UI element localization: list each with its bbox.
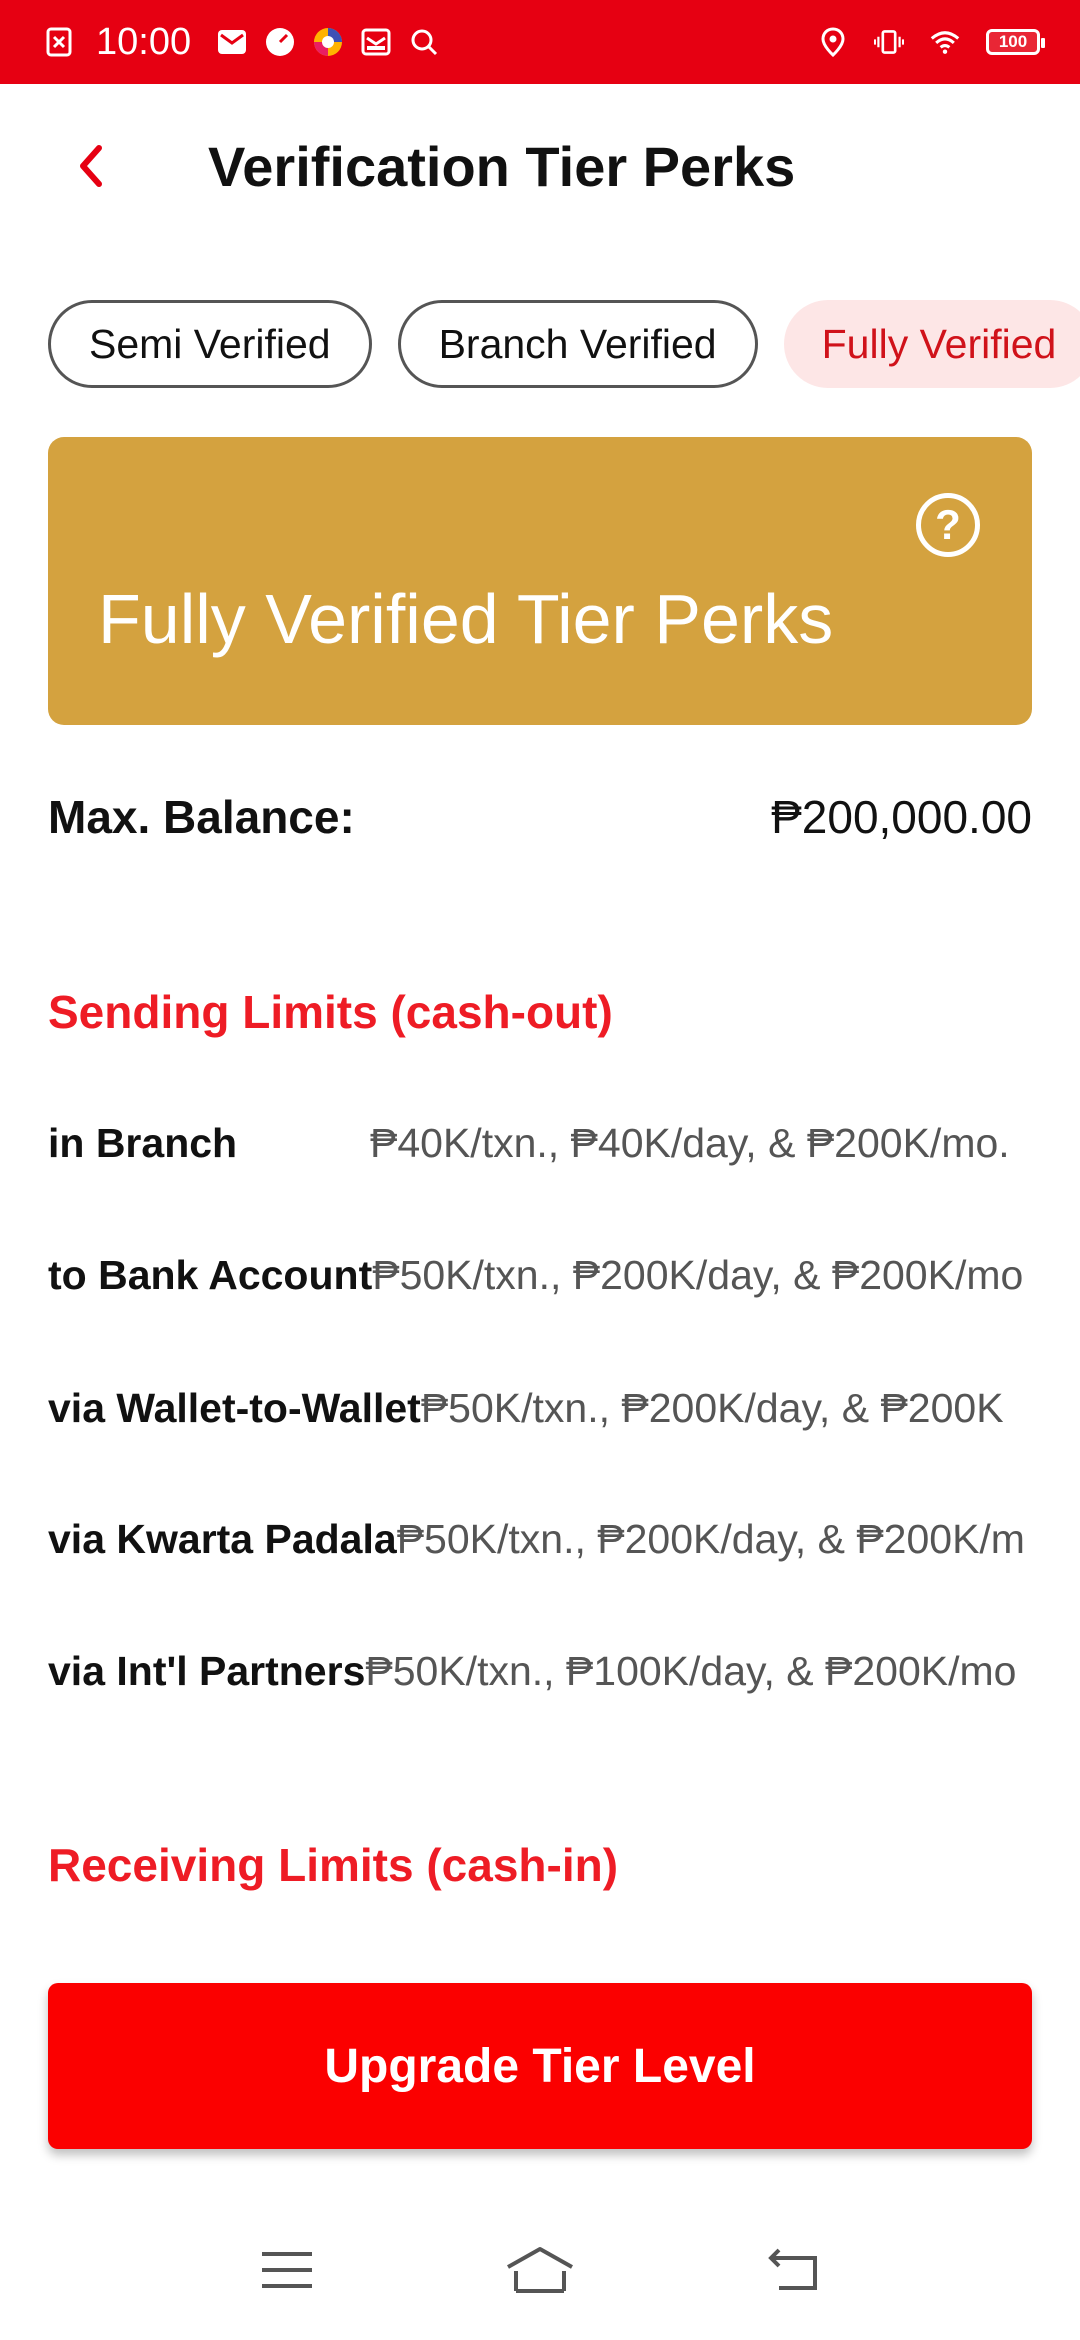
- nav-home-button[interactable]: [495, 2235, 585, 2305]
- limit-value: ₱50K/txn., ₱200K/day, & ₱200K: [420, 1384, 1004, 1431]
- tab-fully-verified[interactable]: Fully Verified: [783, 300, 1080, 388]
- limit-label: via Kwarta Padala: [48, 1515, 397, 1562]
- status-time: 10:00: [96, 20, 192, 63]
- location-icon: [818, 27, 848, 57]
- max-balance-row: Max. Balance: ₱200,000.00: [48, 790, 1032, 844]
- back-button[interactable]: [60, 136, 120, 196]
- status-bar-right: 100: [818, 27, 1045, 57]
- speedometer-icon: [265, 27, 295, 57]
- close-box-icon: [44, 27, 74, 57]
- banner-title: Fully Verified Tier Perks: [98, 580, 834, 658]
- battery-level: 100: [998, 32, 1028, 51]
- app-header: Verification Tier Perks: [0, 84, 1080, 254]
- limit-row-bank-account: to Bank Account ₱50K/txn., ₱200K/day, & …: [48, 1245, 1032, 1305]
- limit-label: to Bank Account: [48, 1251, 373, 1298]
- home-icon: [507, 2247, 573, 2293]
- nav-back-button[interactable]: [748, 2235, 838, 2305]
- mail-icon: [217, 27, 247, 57]
- max-balance-value: ₱200,000.00: [771, 791, 1032, 843]
- limit-label: via Wallet-to-Wallet: [48, 1384, 421, 1431]
- browser-icon: [313, 27, 343, 57]
- system-nav-bar: [0, 2200, 1080, 2340]
- tier-tabs: Semi Verified Branch Verified Fully Veri…: [48, 300, 1080, 388]
- search-icon: [409, 27, 439, 57]
- upgrade-tier-button[interactable]: Upgrade Tier Level: [48, 1983, 1032, 2149]
- back-icon: [768, 2248, 818, 2290]
- screen: 10:00 100 Verification Tier Perks Semi V…: [0, 0, 1080, 2340]
- page-title: Verification Tier Perks: [208, 135, 796, 198]
- status-bar: 10:00 100: [0, 0, 1080, 84]
- tab-semi-verified[interactable]: Semi Verified: [48, 300, 372, 388]
- limit-row-intl-partners: via Int'l Partners ₱50K/txn., ₱100K/day,…: [48, 1641, 1032, 1701]
- battery-icon: 100: [986, 29, 1045, 55]
- limit-value: ₱50K/txn., ₱200K/day, & ₱200K/m: [396, 1515, 1025, 1562]
- limit-row-kwarta-padala: via Kwarta Padala ₱50K/txn., ₱200K/day, …: [48, 1509, 1032, 1569]
- limit-value: ₱40K/txn., ₱40K/day, & ₱200K/mo.: [370, 1119, 1010, 1166]
- limit-value: ₱50K/txn., ₱200K/day, & ₱200K/mo: [372, 1251, 1024, 1298]
- sending-limits-title: Sending Limits (cash-out): [48, 986, 613, 1038]
- tier-banner: ? Fully Verified Tier Perks: [48, 437, 1032, 725]
- max-balance-label: Max. Balance:: [48, 791, 355, 843]
- menu-icon: [261, 2252, 312, 2288]
- nav-menu-button[interactable]: [242, 2235, 332, 2305]
- inbox-icon: [361, 27, 391, 57]
- limit-row-branch: in Branch ₱40K/txn., ₱40K/day, & ₱200K/m…: [48, 1113, 1032, 1173]
- wifi-icon: [930, 27, 960, 57]
- status-bar-left: 10:00: [44, 21, 439, 64]
- limit-row-wallet-to-wallet: via Wallet-to-Wallet ₱50K/txn., ₱200K/da…: [48, 1378, 1032, 1438]
- limit-label: in Branch: [48, 1119, 238, 1166]
- help-icon[interactable]: ?: [916, 493, 980, 557]
- tab-branch-verified[interactable]: Branch Verified: [397, 300, 758, 388]
- limit-label: via Int'l Partners: [48, 1647, 366, 1694]
- vibrate-icon: [874, 27, 904, 57]
- chevron-left-icon: [80, 145, 102, 187]
- receiving-limits-title: Receiving Limits (cash-in): [48, 1839, 619, 1891]
- limit-value: ₱50K/txn., ₱100K/day, & ₱200K/mo: [365, 1647, 1017, 1694]
